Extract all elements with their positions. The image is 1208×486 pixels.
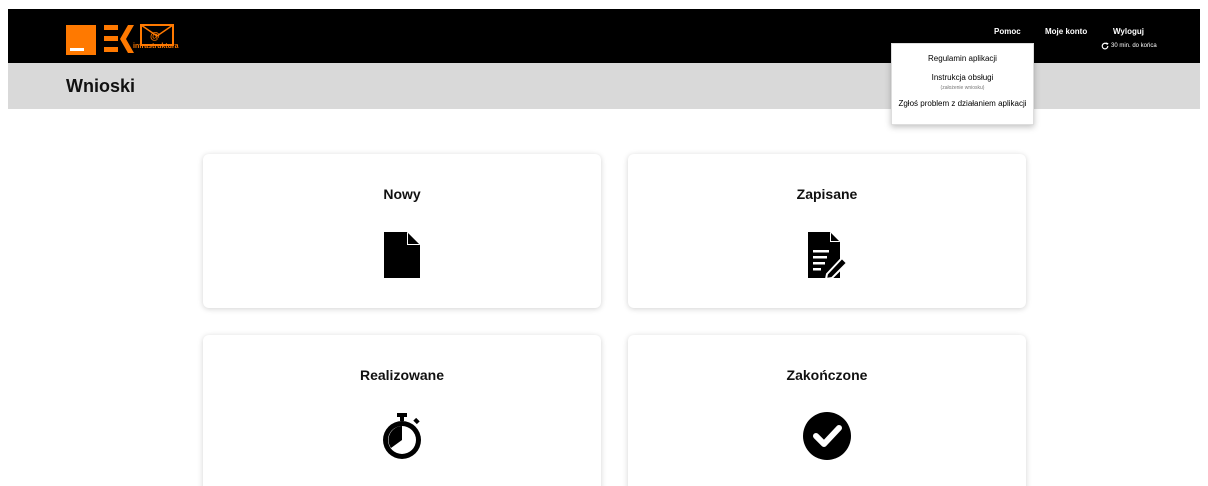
menu-item-manual[interactable]: Instrukcja obsługi [892,73,1033,82]
card-title: Zakończone [786,367,868,383]
page-title: Wnioski [66,76,136,96]
session-timer-text: 30 min. do końca [1111,43,1157,49]
session-timer[interactable]: 30 min. do końca [1101,42,1157,50]
card-title: Zapisane [796,186,858,202]
card-completed[interactable]: Zakończone [628,335,1026,486]
check-circle-icon [802,411,852,461]
card-title: Realizowane [359,367,445,383]
card-in-progress[interactable]: Realizowane [203,335,601,486]
svg-text:@: @ [150,31,160,42]
logout-link[interactable]: Wyloguj [1113,27,1144,36]
my-account-link[interactable]: Moje konto [1045,27,1087,36]
card-new[interactable]: Nowy [203,154,601,308]
card-title: Nowy [383,186,421,202]
menu-item-report-problem[interactable]: Zgłoś problem z działaniem aplikacji [896,97,1029,110]
menu-item-terms[interactable]: Regulamin aplikacji [892,54,1033,63]
page: @ infrastruktura Pomoc Moje konto Wylogu… [0,0,1208,486]
ek-logo-icon[interactable] [104,23,138,55]
file-signature-icon [802,230,852,281]
help-link[interactable]: Pomoc [994,27,1021,36]
help-dropdown-menu: Regulamin aplikacji Instrukcja obsługi (… [891,43,1034,125]
orange-logo[interactable] [66,25,96,55]
card-saved[interactable]: Zapisane [628,154,1026,308]
stopwatch-icon [377,411,427,461]
logo-text: infrastruktura [133,43,179,50]
file-icon [377,230,427,280]
menu-item-manual-sublabel: (założenie wniosku) [940,85,985,91]
refresh-icon[interactable] [1101,42,1109,50]
